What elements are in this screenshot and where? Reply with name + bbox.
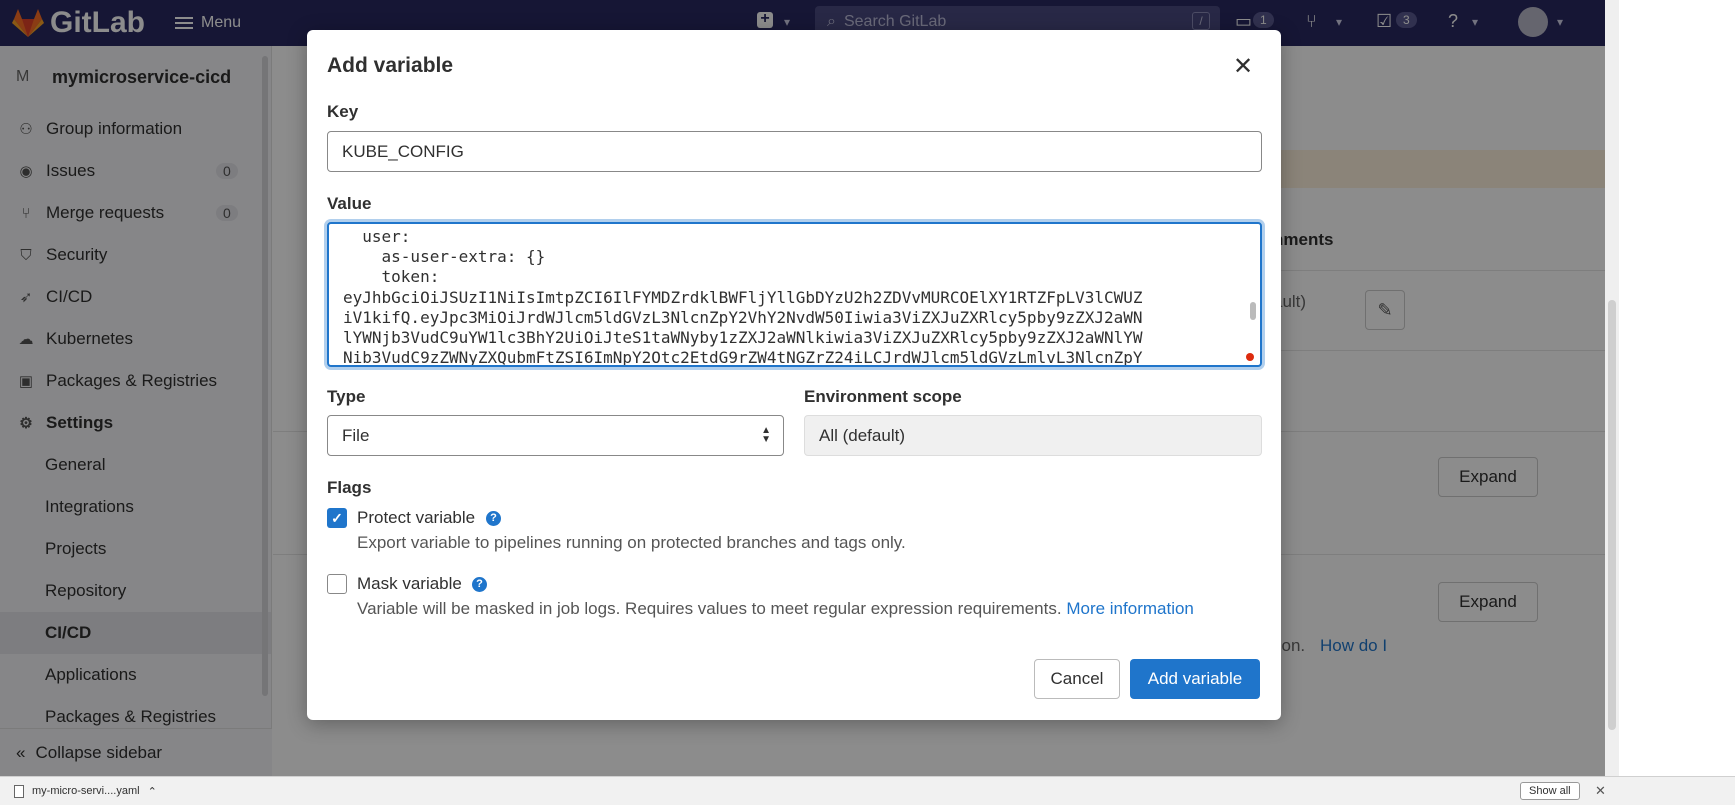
mask-variable-checkbox[interactable]	[327, 574, 347, 594]
help-icon[interactable]: ?	[486, 511, 501, 526]
mask-description-text: Variable will be masked in job logs. Req…	[357, 599, 1062, 618]
type-select[interactable]: File ▲ ▼	[327, 415, 784, 456]
value-label: Value	[327, 194, 372, 213]
select-arrows-icon: ▲ ▼	[761, 425, 771, 445]
download-file-name: my-micro-servi....yaml	[32, 785, 140, 797]
protect-variable-label: Protect variable	[357, 508, 476, 527]
type-selected-value: File	[342, 425, 370, 445]
download-item[interactable]: my-micro-servi....yaml ⌃	[14, 784, 157, 798]
chevron-up-icon[interactable]: ⌃	[148, 785, 157, 798]
key-input[interactable]	[327, 131, 1262, 172]
add-variable-modal: Add variable ✕ Key Value user: as-user-e…	[307, 30, 1281, 720]
textarea-scrollbar[interactable]	[1250, 302, 1256, 320]
value-textarea[interactable]: user: as-user-extra: {} token: eyJhbGciO…	[327, 222, 1262, 367]
environment-scope-dropdown[interactable]: All (default)	[804, 415, 1262, 456]
right-margin	[1605, 0, 1735, 776]
value-text: user: as-user-extra: {} token: eyJhbGciO…	[343, 227, 1143, 367]
protect-variable-description: Export variable to pipelines running on …	[357, 533, 906, 552]
page-scrollbar-thumb[interactable]	[1608, 300, 1616, 730]
mask-variable-label: Mask variable	[357, 574, 462, 593]
mask-variable-description: Variable will be masked in job logs. Req…	[357, 599, 1194, 619]
downloads-bar: my-micro-servi....yaml ⌃ Show all ✕	[0, 776, 1735, 805]
error-dot-icon	[1246, 353, 1254, 361]
environment-scope-label: Environment scope	[804, 387, 962, 406]
modal-title: Add variable	[327, 54, 454, 77]
file-icon	[14, 784, 24, 798]
environment-scope-value: All (default)	[819, 425, 905, 445]
close-icon[interactable]: ✕	[1233, 52, 1253, 81]
cancel-button[interactable]: Cancel	[1034, 659, 1120, 699]
flags-label: Flags	[327, 478, 372, 497]
help-icon[interactable]: ?	[472, 577, 487, 592]
more-information-link[interactable]: More information	[1066, 599, 1194, 618]
close-icon[interactable]: ✕	[1595, 783, 1606, 799]
type-label: Type	[327, 387, 366, 406]
protect-variable-checkbox[interactable]: ✓	[327, 508, 347, 528]
add-variable-button[interactable]: Add variable	[1130, 659, 1260, 699]
key-label: Key	[327, 102, 359, 121]
show-all-button[interactable]: Show all	[1520, 782, 1580, 800]
